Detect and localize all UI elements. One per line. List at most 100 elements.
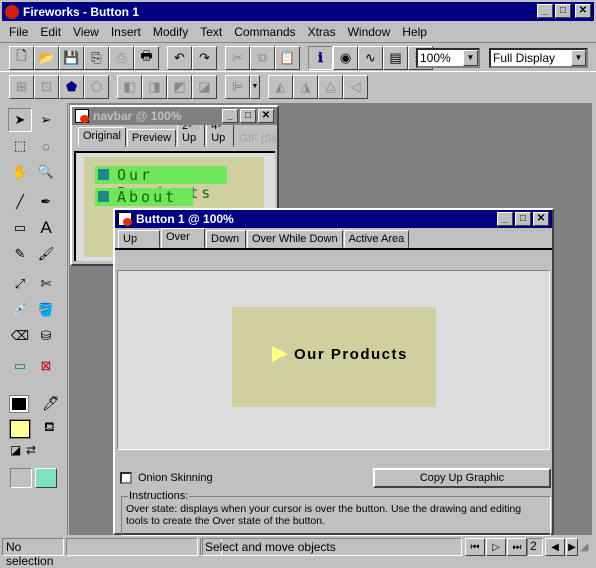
chevron-down-icon[interactable]: ▼ xyxy=(463,50,478,66)
previous-frame-icon[interactable]: ◀ xyxy=(545,538,565,556)
full-screen-mode-button[interactable] xyxy=(35,468,57,488)
rotate-left-icon[interactable]: ◭ xyxy=(268,75,293,99)
pointer-tool-icon[interactable]: ➤ xyxy=(8,108,32,132)
next-frame-icon[interactable]: ▶ xyxy=(566,538,578,556)
save-icon[interactable]: 💾 xyxy=(59,46,84,70)
default-colors-icon[interactable]: ◪ xyxy=(10,443,21,457)
nav-item-about-us[interactable]: About Us xyxy=(95,188,193,224)
close-button[interactable]: ✕ xyxy=(533,212,549,226)
minimize-button[interactable]: _ xyxy=(537,4,553,18)
line-tool-icon[interactable]: ╱ xyxy=(8,190,32,214)
menu-help[interactable]: Help xyxy=(396,22,433,42)
lasso-tool-icon[interactable]: ◌ xyxy=(34,134,58,158)
send-backward-icon[interactable]: ◩ xyxy=(167,75,192,99)
nav-item-our-products[interactable]: Our Products xyxy=(95,166,227,202)
brush-tool-icon[interactable]: 🖌 xyxy=(34,242,58,266)
display-mode-select[interactable]: Full Display ▼ xyxy=(489,48,588,68)
menu-modify[interactable]: Modify xyxy=(147,22,194,42)
pen-tool-icon[interactable]: ✒ xyxy=(34,190,58,214)
tab-down[interactable]: Down xyxy=(206,230,246,248)
open-icon[interactable]: 📂 xyxy=(34,46,59,70)
marquee-tool-icon[interactable]: ⬚ xyxy=(8,134,32,158)
fill-icon[interactable]: ▤ xyxy=(383,46,408,70)
chevron-down-icon[interactable]: ▼ xyxy=(250,75,260,99)
first-frame-icon[interactable]: ⏮ xyxy=(465,538,485,556)
color-mixer-icon[interactable]: ◉ xyxy=(333,46,358,70)
tab-preview[interactable]: Preview xyxy=(126,129,177,147)
new-icon[interactable]: 🗋 xyxy=(9,46,34,70)
knife-tool-icon[interactable]: ✄ xyxy=(34,272,58,296)
scale-tool-icon[interactable]: ⤢ xyxy=(8,272,32,296)
tab-up[interactable]: Up xyxy=(118,230,160,248)
stroke-color-swatch[interactable] xyxy=(9,395,29,413)
copy-up-graphic-button[interactable]: Copy Up Graphic xyxy=(373,468,551,488)
hand-tool-icon[interactable]: ✋ xyxy=(8,160,32,184)
stroke-icon[interactable]: ∿ xyxy=(358,46,383,70)
group-icon[interactable]: ⊞ xyxy=(9,75,34,99)
document-icon xyxy=(75,109,89,123)
chevron-down-icon[interactable]: ▼ xyxy=(571,50,586,66)
tab-original[interactable]: Original xyxy=(78,127,126,147)
zoom-tool-icon[interactable]: 🔍 xyxy=(34,160,58,184)
menu-commands[interactable]: Commands xyxy=(228,22,301,42)
rotate-right-icon[interactable]: ◮ xyxy=(293,75,318,99)
import-icon[interactable]: ⎘ xyxy=(84,46,109,70)
menu-view[interactable]: View xyxy=(67,22,105,42)
undo-icon[interactable]: ↶ xyxy=(167,46,192,70)
paste-icon[interactable]: 📋 xyxy=(275,46,300,70)
flip-horizontal-icon[interactable]: ⧋ xyxy=(318,75,343,99)
redo-icon[interactable]: ↷ xyxy=(192,46,217,70)
join-icon[interactable]: ⬟ xyxy=(59,75,84,99)
menu-text[interactable]: Text xyxy=(194,22,228,42)
copy-icon[interactable]: ⧉ xyxy=(250,46,275,70)
maximize-button[interactable]: □ xyxy=(515,212,531,226)
minimize-button[interactable]: _ xyxy=(497,212,513,226)
close-button[interactable]: ✕ xyxy=(575,4,591,18)
split-icon[interactable]: ⬠ xyxy=(84,75,109,99)
bring-forward-icon[interactable]: ◨ xyxy=(142,75,167,99)
eyedropper-tool-icon[interactable]: 💉 xyxy=(8,298,32,322)
maximize-button[interactable]: □ xyxy=(240,109,256,123)
rubber-stamp-tool-icon[interactable]: ⛁ xyxy=(34,324,58,348)
tab-over-while-down[interactable]: Over While Down xyxy=(247,230,343,248)
paint-bucket-tool-icon[interactable]: 🪣 xyxy=(34,298,58,322)
menu-file[interactable]: File xyxy=(3,22,34,42)
swap-colors-icon[interactable]: ⇄ xyxy=(26,443,36,457)
export-icon[interactable]: ⎙ xyxy=(109,46,134,70)
info-icon[interactable]: ℹ xyxy=(308,46,333,70)
tab-active-area[interactable]: Active Area xyxy=(343,230,410,248)
print-icon[interactable]: 🖶 xyxy=(134,46,159,70)
menu-edit[interactable]: Edit xyxy=(34,22,67,42)
align-icon[interactable]: ⊫ xyxy=(225,75,250,99)
menu-insert[interactable]: Insert xyxy=(105,22,147,42)
text-tool-icon[interactable]: A xyxy=(34,216,58,240)
subselect-tool-icon[interactable]: ➢ xyxy=(34,108,58,132)
onion-skinning-checkbox[interactable] xyxy=(120,472,132,484)
fill-color-swatch[interactable] xyxy=(9,419,31,439)
bring-to-front-icon[interactable]: ◧ xyxy=(117,75,142,99)
ungroup-icon[interactable]: ⊡ xyxy=(34,75,59,99)
menu-xtras[interactable]: Xtras xyxy=(302,22,342,42)
zoom-select[interactable]: 100% ▼ xyxy=(416,48,480,68)
eraser-tool-icon[interactable]: ⌫ xyxy=(8,324,32,348)
standard-mode-button[interactable] xyxy=(10,468,32,488)
pencil-tool-icon[interactable]: ✎ xyxy=(8,242,32,266)
hotspot-tool-icon[interactable]: ⊠ xyxy=(34,354,58,378)
resize-grip-icon[interactable]: ◢ xyxy=(580,540,588,553)
minimize-button[interactable]: _ xyxy=(222,109,238,123)
rectangle-tool-icon[interactable]: ▭ xyxy=(8,216,32,240)
status-message: Select and move objects xyxy=(202,538,462,556)
send-to-back-icon[interactable]: ◪ xyxy=(192,75,217,99)
flip-vertical-icon[interactable]: ◁ xyxy=(343,75,368,99)
cut-icon[interactable]: ✂ xyxy=(225,46,250,70)
fill-bucket-icon: ⛾ xyxy=(44,419,55,434)
button-artwork[interactable]: Our Products xyxy=(232,307,436,407)
menu-window[interactable]: Window xyxy=(342,22,397,42)
slice-tool-icon[interactable]: ▭ xyxy=(8,354,32,378)
last-frame-icon[interactable]: ⏭ xyxy=(507,538,527,556)
status-bar: No selection Select and move objects ⏮ ▷… xyxy=(0,536,596,568)
tab-over[interactable]: Over xyxy=(161,228,205,248)
maximize-button[interactable]: □ xyxy=(555,4,571,18)
play-icon[interactable]: ▷ xyxy=(486,538,506,556)
close-button[interactable]: ✕ xyxy=(258,109,274,123)
